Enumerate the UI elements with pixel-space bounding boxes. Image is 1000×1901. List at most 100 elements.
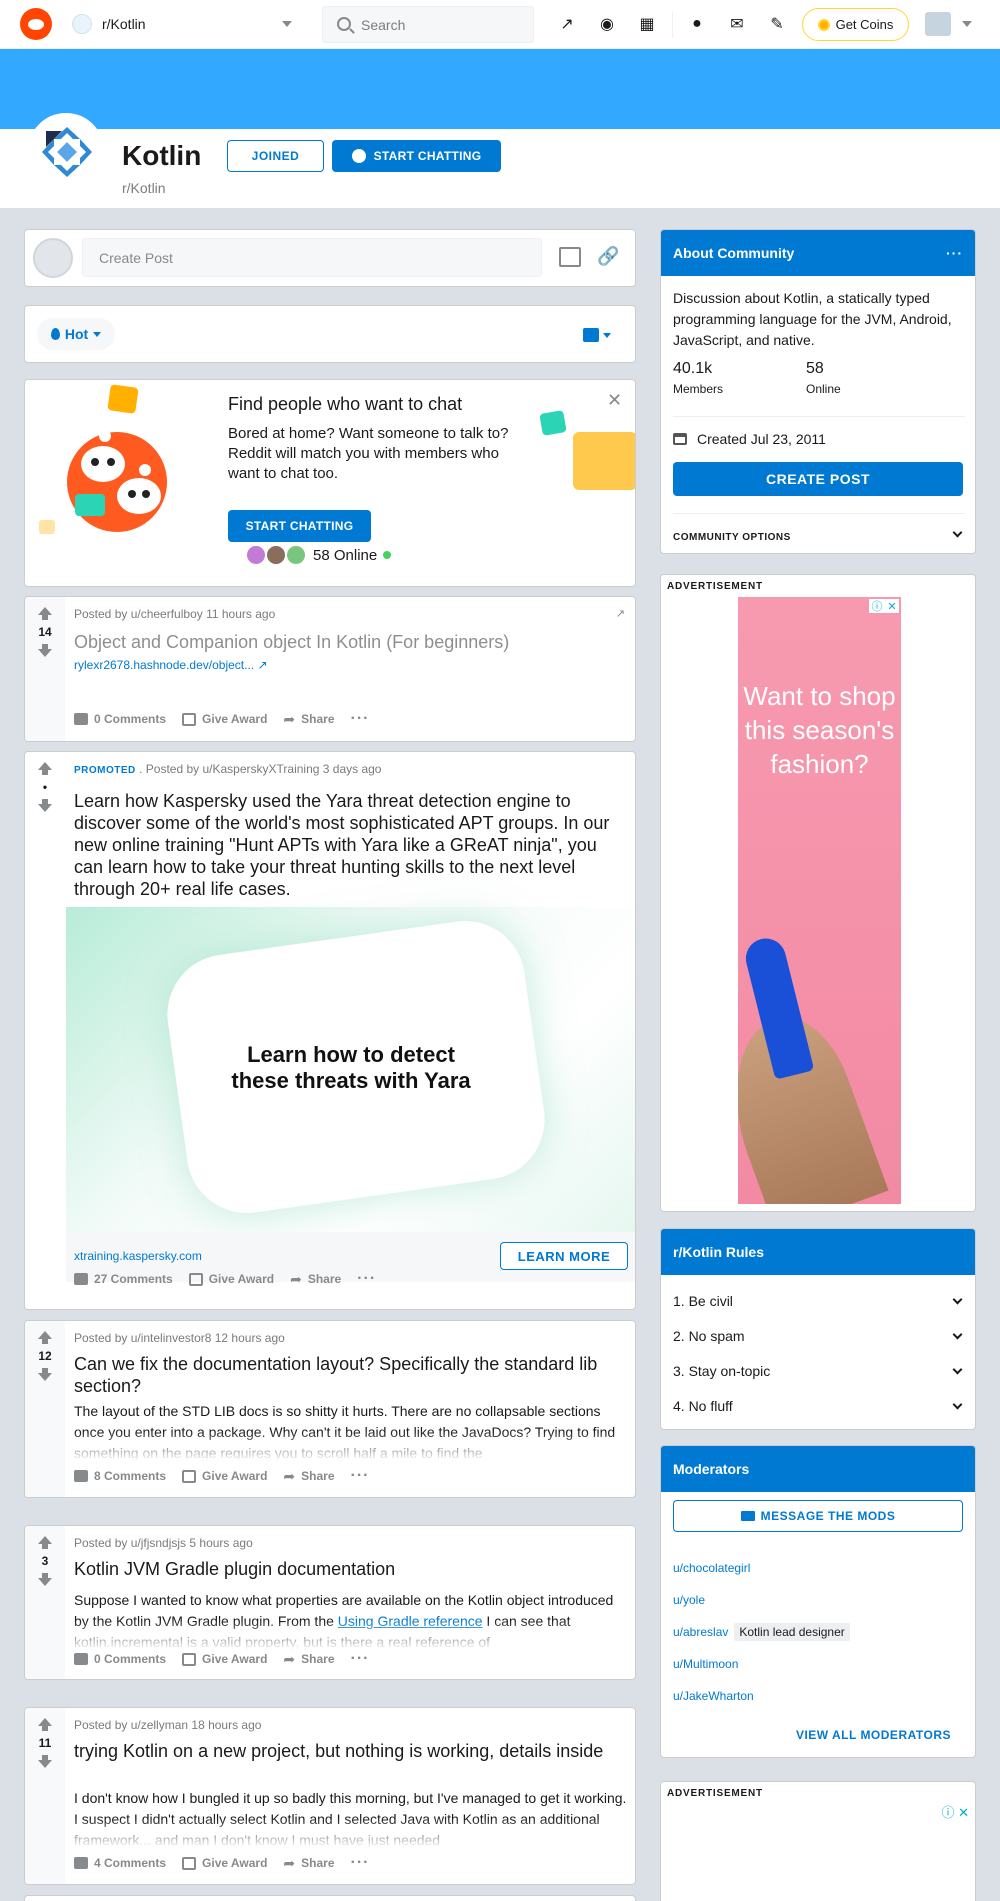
rules-card: r/Kotlin Rules 1. Be civil 2. No spam 3.… xyxy=(660,1228,976,1430)
search-input[interactable]: Search xyxy=(322,6,534,43)
give-award-button[interactable]: Give Award xyxy=(182,1652,267,1666)
moderator-link[interactable]: u/abreslav Kotlin lead designer xyxy=(673,1623,850,1641)
vote-column: • xyxy=(25,752,65,1309)
promo-start-chatting-button[interactable]: START CHATTING xyxy=(228,510,371,542)
moderator-link[interactable]: u/Multimoon xyxy=(673,1657,738,1671)
give-award-button[interactable]: Give Award xyxy=(188,1272,274,1286)
comments-button[interactable]: 27 Comments xyxy=(74,1272,173,1286)
more-options-icon[interactable]: ··· xyxy=(351,1854,370,1872)
upvote-icon[interactable] xyxy=(38,1536,52,1549)
post-title[interactable]: Can we fix the documentation layout? Spe… xyxy=(74,1353,614,1397)
user-avatar[interactable] xyxy=(925,12,951,36)
post-card[interactable]: 12 Posted by u/intelinvestor8 12 hours a… xyxy=(24,1320,636,1498)
more-options-icon[interactable]: ··· xyxy=(357,1270,376,1288)
upvote-icon[interactable] xyxy=(38,762,52,775)
qr-code-icon[interactable]: ▦ xyxy=(636,13,658,35)
ad-leg-shape xyxy=(738,1002,889,1204)
link-icon[interactable]: 🔗 xyxy=(597,246,619,268)
learn-more-button[interactable]: LEARN MORE xyxy=(500,1242,628,1270)
external-link-icon[interactable]: ↗ xyxy=(616,607,625,620)
post-card[interactable]: 3 Posted by u/jfjsndjsjs 5 hours ago Kot… xyxy=(24,1525,636,1680)
post-actions: 0 Comments Give Award ➦ Share ··· xyxy=(74,710,369,728)
downvote-icon[interactable] xyxy=(38,1755,52,1768)
comments-button[interactable]: 0 Comments xyxy=(74,712,166,726)
gift-icon xyxy=(182,712,197,726)
downvote-icon[interactable] xyxy=(38,1368,52,1381)
give-award-button[interactable]: Give Award xyxy=(182,712,267,726)
start-chatting-button[interactable]: START CHATTING xyxy=(332,140,501,172)
rule-item[interactable]: 1. Be civil xyxy=(673,1291,965,1311)
snoo-chat-illustration xyxy=(55,414,185,544)
message-mods-button[interactable]: MESSAGE THE MODS xyxy=(673,1500,963,1532)
external-link-icon: ↗ xyxy=(257,658,268,672)
ad-creative[interactable]: Want to shop this season's fashion? ⓘ ✕ xyxy=(738,597,901,1204)
community-options-toggle[interactable]: COMMUNITY OPTIONS xyxy=(673,527,965,543)
comment-icon xyxy=(74,713,88,725)
create-post-input[interactable]: Create Post xyxy=(82,238,542,277)
view-layout-selector[interactable] xyxy=(583,326,619,344)
give-award-button[interactable]: Give Award xyxy=(182,1856,267,1870)
downvote-icon[interactable] xyxy=(38,799,52,812)
rpan-icon[interactable]: ◉ xyxy=(596,13,618,35)
mail-icon[interactable]: ✉ xyxy=(726,13,748,35)
ad-choices-icon[interactable]: ⓘ ✕ xyxy=(869,599,899,613)
ad-image-headline: Learn how to detect these threats with Y… xyxy=(66,1042,635,1094)
chat-icon[interactable]: ● xyxy=(686,13,708,35)
close-icon[interactable]: ✕ xyxy=(607,390,622,411)
get-coins-button[interactable]: Get Coins xyxy=(802,8,909,41)
promoted-post-card[interactable]: • PROMOTED . Posted by u/KasperskyXTrain… xyxy=(24,751,636,1310)
sort-hot-button[interactable]: Hot xyxy=(37,318,115,350)
image-upload-icon[interactable] xyxy=(559,247,581,267)
post-meta: Posted by u/intelinvestor8 12 hours ago xyxy=(74,1331,285,1345)
comments-button[interactable]: 4 Comments xyxy=(74,1856,166,1870)
trending-icon[interactable]: ↗ xyxy=(556,13,578,35)
post-card[interactable]: 14 Posted by u/cheerfulboy 11 hours ago … xyxy=(24,596,636,742)
community-selector[interactable]: r/Kotlin xyxy=(64,6,300,42)
view-all-moderators-link[interactable]: VIEW ALL MODERATORS xyxy=(796,1728,951,1742)
more-options-icon[interactable]: ··· xyxy=(351,1650,370,1668)
post-meta-text: . Posted by u/KasperskyXTraining 3 days … xyxy=(139,762,382,776)
moderator-link[interactable]: u/yole xyxy=(673,1593,705,1607)
downvote-icon[interactable] xyxy=(38,1573,52,1586)
give-award-button[interactable]: Give Award xyxy=(182,1469,267,1483)
user-avatar-icon[interactable] xyxy=(33,238,73,278)
avatar xyxy=(265,544,287,566)
ad-url-link[interactable]: xtraining.kaspersky.com xyxy=(74,1249,202,1263)
reddit-logo-icon[interactable] xyxy=(20,8,52,40)
comments-button[interactable]: 8 Comments xyxy=(74,1469,166,1483)
upvote-icon[interactable] xyxy=(38,1718,52,1731)
ad-image[interactable]: Learn how to detect these threats with Y… xyxy=(66,907,635,1232)
moderator-link[interactable]: u/chocolategirl xyxy=(673,1561,750,1575)
user-menu-chevron-icon[interactable] xyxy=(962,21,972,27)
share-button[interactable]: ➦ Share xyxy=(283,1651,334,1668)
upvote-icon[interactable] xyxy=(38,607,52,620)
more-options-icon[interactable]: ··· xyxy=(946,245,963,261)
post-card[interactable]: 11 Posted by u/zellyman 18 hours ago try… xyxy=(24,1707,636,1885)
share-button[interactable]: ➦ Share xyxy=(283,1855,334,1872)
rule-item[interactable]: 2. No spam xyxy=(673,1326,965,1346)
post-title[interactable]: Learn how Kaspersky used the Yara threat… xyxy=(74,790,627,900)
post-link-url[interactable]: rylexr2678.hashnode.dev/object... ↗ xyxy=(74,658,268,672)
moderator-link[interactable]: u/JakeWharton xyxy=(673,1689,754,1703)
rule-label: 1. Be civil xyxy=(673,1293,733,1309)
mail-icon xyxy=(740,1511,755,1521)
upvote-icon[interactable] xyxy=(38,1331,52,1344)
share-button[interactable]: ➦ Share xyxy=(290,1271,341,1288)
post-title[interactable]: Object and Companion object In Kotlin (F… xyxy=(74,631,509,653)
more-options-icon[interactable]: ··· xyxy=(351,1467,370,1485)
subreddit-title: Kotlin xyxy=(122,140,202,171)
rule-item[interactable]: 3. Stay on-topic xyxy=(673,1361,965,1381)
more-options-icon[interactable]: ··· xyxy=(351,710,370,728)
ad-choices-icon[interactable]: ⓘ ✕ xyxy=(941,1802,969,1821)
share-button[interactable]: ➦ Share xyxy=(283,711,334,728)
sidebar-create-post-button[interactable]: CREATE POST xyxy=(673,462,963,496)
joined-button[interactable]: JOINED xyxy=(227,140,324,172)
share-button[interactable]: ➦ Share xyxy=(283,1468,334,1485)
post-title[interactable]: trying Kotlin on a new project, but noth… xyxy=(74,1740,614,1762)
downvote-icon[interactable] xyxy=(38,644,52,657)
comments-button[interactable]: 0 Comments xyxy=(74,1652,166,1666)
rule-item[interactable]: 4. No fluff xyxy=(673,1396,965,1416)
post-title[interactable]: Kotlin JVM Gradle plugin documentation xyxy=(74,1558,395,1580)
create-post-pencil-icon[interactable]: ✎ xyxy=(766,13,788,35)
online-label: Online xyxy=(806,382,841,396)
